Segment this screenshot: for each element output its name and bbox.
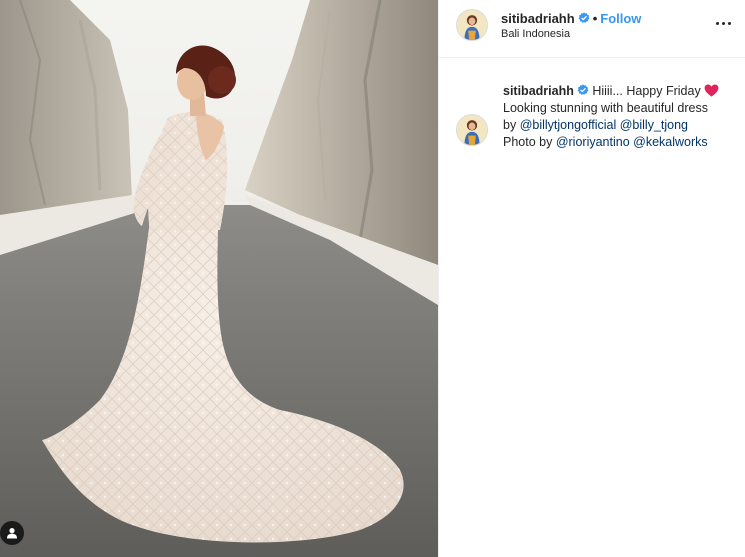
more-options-button[interactable] [713,13,733,33]
author-avatar-image [457,10,487,40]
caption-text: sitibadriahh Hiiii... Happy Friday Looki… [503,83,735,151]
follow-button[interactable]: Follow [600,11,641,26]
user-tag-button[interactable] [0,521,24,545]
post-photo[interactable] [0,0,438,557]
red-heart-icon [704,84,719,97]
caption-line-4: Photo by @rioriyantino @kekalworks [503,134,735,151]
caption-line-2: Looking stunning with beautiful dress [503,101,708,115]
caption-photo-by: Photo by [503,135,553,149]
post-side-panel: sitibadriahh • Follow Bali Indonesia sitib… [438,0,745,557]
caption-by: by [503,118,517,132]
author-username[interactable]: sitibadriahh [501,11,575,26]
user-tag-icon [7,528,17,539]
caption-avatar[interactable] [456,114,488,146]
verified-badge-icon [578,12,590,23]
more-options-icon [715,21,719,25]
mention-billy-tjong[interactable]: @billy_tjong [620,118,688,132]
author-avatar[interactable] [456,9,488,41]
caption-greeting: Hiiii... Happy Friday [592,84,701,98]
caption-username[interactable]: sitibadriahh [503,84,574,98]
bride-photo-image [0,0,438,557]
header-separator: • [592,11,598,26]
post-location[interactable]: Bali Indonesia [501,28,570,40]
caption-line-3: by @billytjongofficial @billy_tjong [503,117,735,134]
post-header: sitibadriahh • Follow Bali Indonesia [439,0,745,58]
caption-line-1: sitibadriahh Hiiii... Happy Friday [503,83,735,100]
caption-avatar-image [457,115,487,145]
mention-kekalworks[interactable]: @kekalworks [633,135,708,149]
header-name-row: sitibadriahh • Follow [501,11,641,26]
mention-billytjongofficial[interactable]: @billytjongofficial [520,118,617,132]
mention-rioriyantino[interactable]: @rioriyantino [556,135,630,149]
verified-badge-icon [577,84,589,95]
